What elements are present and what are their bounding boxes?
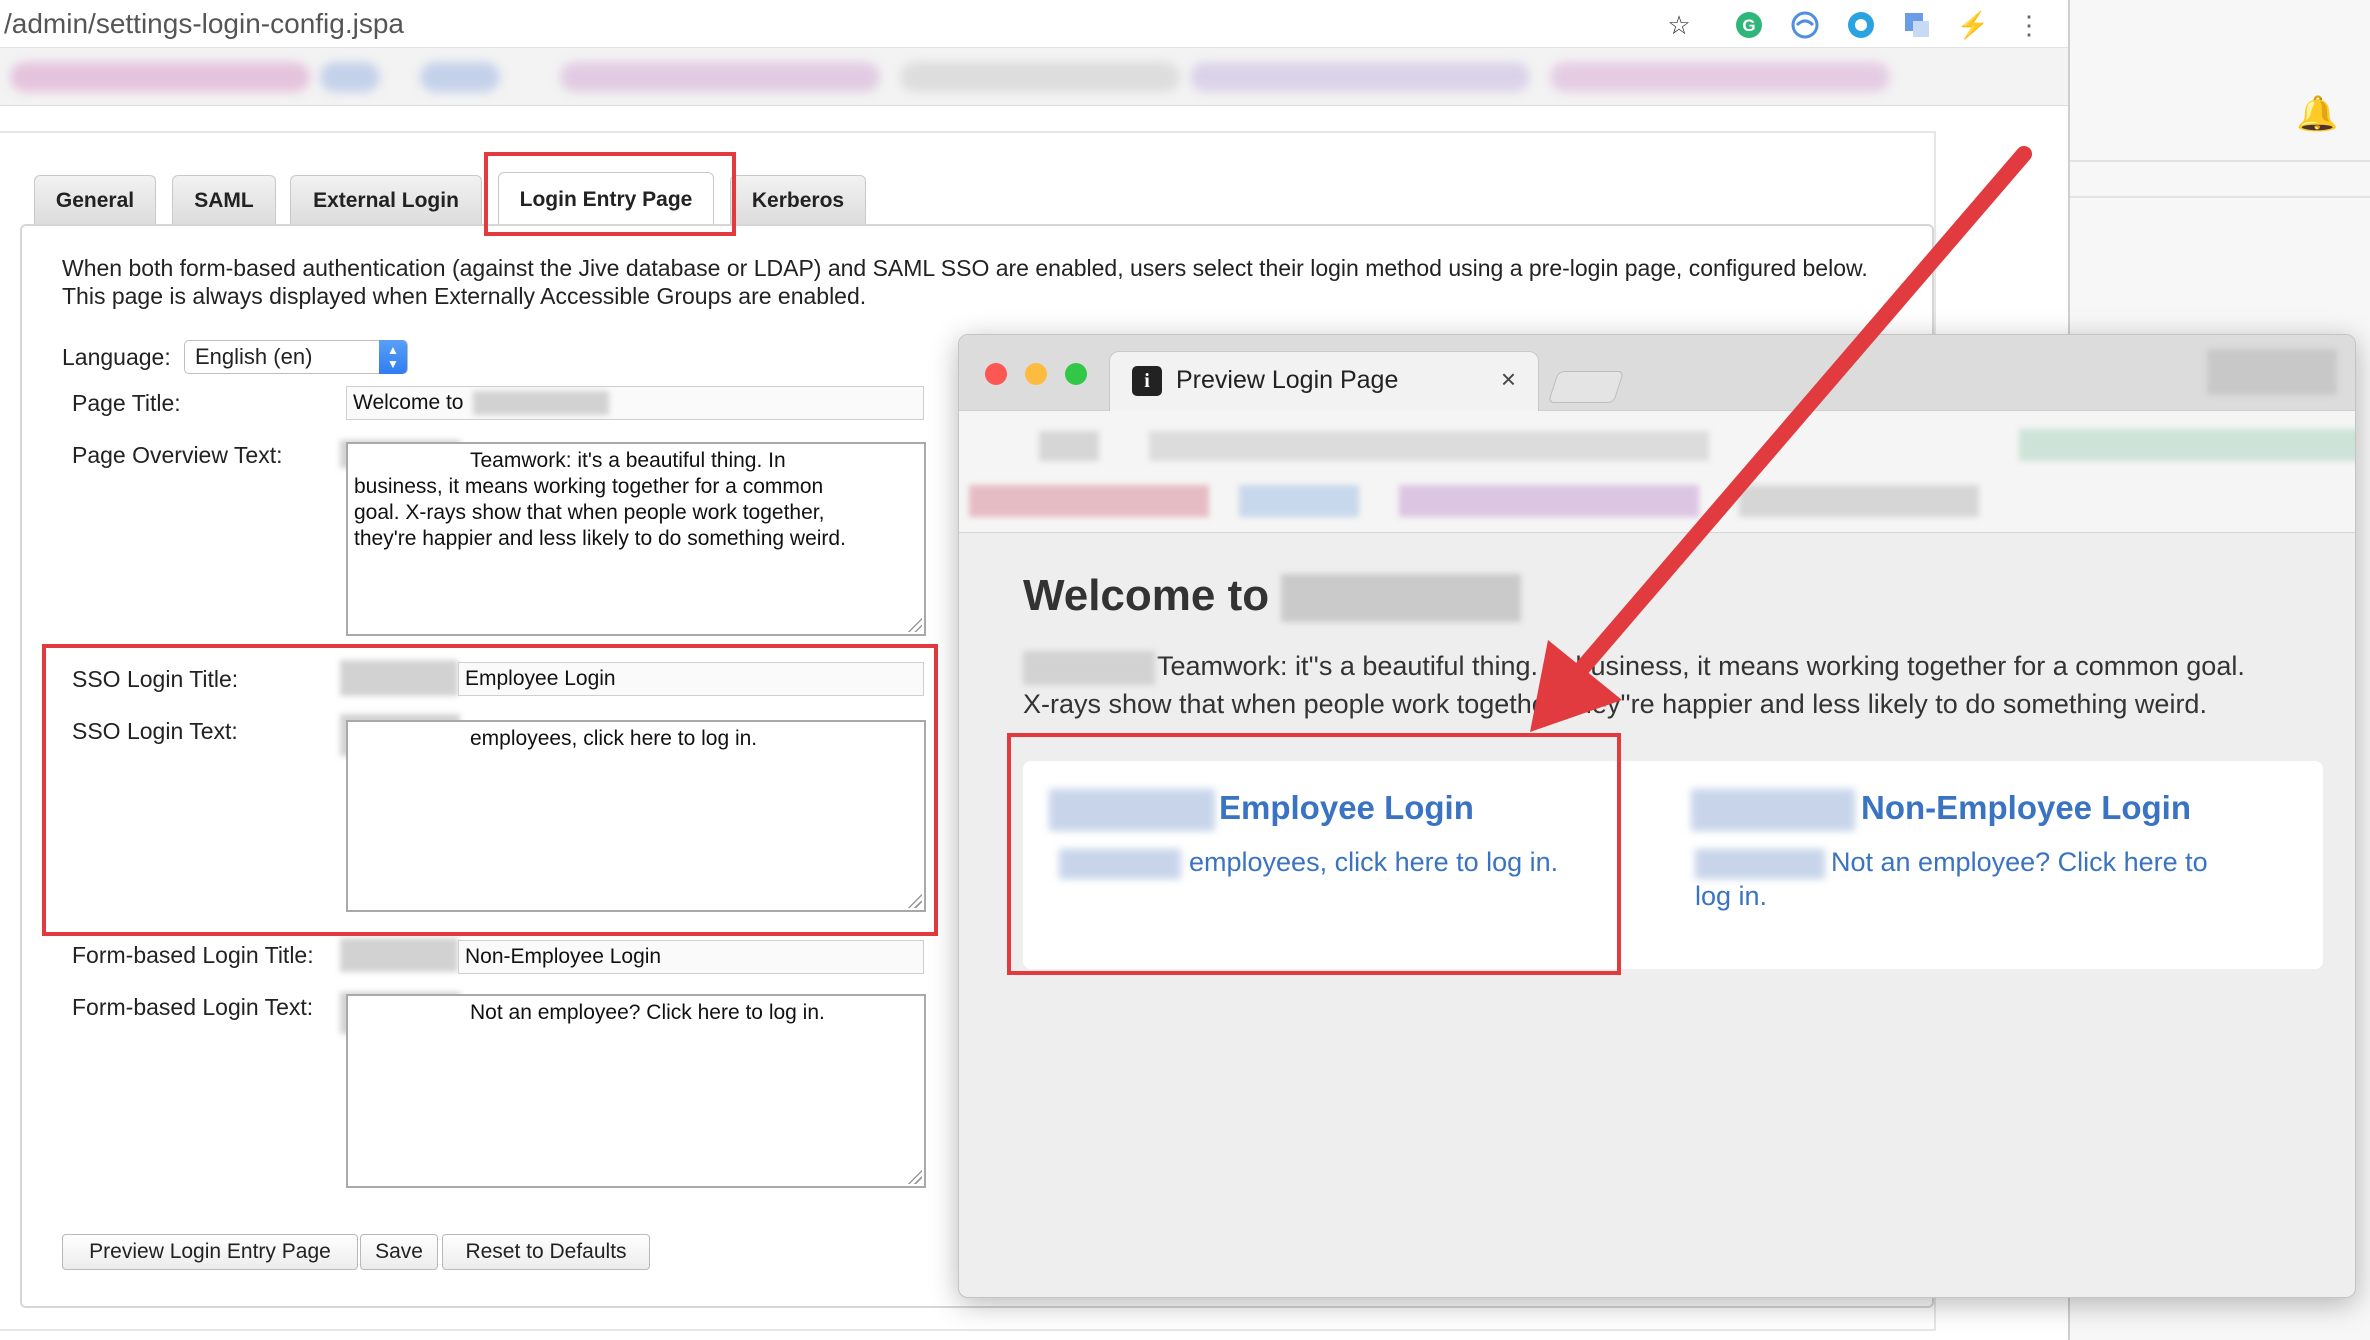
window-close-icon[interactable] [985, 363, 1007, 385]
overview-line-2: business, it means working together for … [354, 475, 824, 498]
form-login-text-textarea[interactable]: Not an employee? Click here to log in. [346, 994, 926, 1188]
preview-login-window: i Preview Login Page × Welcome to Teamwo… [958, 334, 2356, 1298]
window-minimize-icon[interactable] [1025, 363, 1047, 385]
overview-line-1: Teamwork: it's a beautiful thing. In [470, 449, 786, 472]
sync-icon[interactable] [1790, 10, 1820, 40]
resize-grip-icon[interactable] [906, 616, 922, 632]
select-arrows-icon: ▲ ▼ [379, 340, 407, 374]
form-login-title-input[interactable]: Non-Employee Login [458, 940, 924, 974]
language-select-value: English (en) [195, 344, 313, 369]
language-label: Language: [62, 344, 171, 370]
new-tab-button[interactable] [1547, 371, 1625, 403]
preview-overview-line-2: X-rays show that when people work togeth… [1023, 689, 2207, 719]
star-icon[interactable]: ☆ [1664, 10, 1694, 40]
bookmarks-bar [0, 48, 2068, 106]
jive-favicon-icon: i [1132, 366, 1162, 396]
tab-external-login[interactable]: External Login [290, 175, 482, 225]
form-login-title-value: Non-Employee Login [465, 945, 662, 968]
grammarly-icon[interactable]: G [1734, 10, 1764, 40]
lightning-icon[interactable]: ⚡ [1957, 10, 1989, 40]
svg-text:G: G [1742, 16, 1755, 35]
non-employee-login-text-link[interactable]: Not an employee? Click here to log in. [1695, 845, 2295, 913]
preview-heading: Welcome to [1023, 571, 1522, 623]
form-login-title-label: Form-based Login Title: [72, 942, 314, 968]
language-select[interactable]: English (en) ▲ ▼ [184, 340, 408, 374]
form-login-text-label: Form-based Login Text: [72, 994, 314, 1020]
tab-close-icon[interactable]: × [1501, 364, 1516, 395]
circle-extension-icon[interactable] [1846, 10, 1876, 40]
preview-overview-line-1: Teamwork: it''s a beautiful thing. In bu… [1157, 651, 2245, 681]
non-employee-login-link[interactable]: Non-Employee Login [1691, 789, 2191, 832]
preview-titlebar: i Preview Login Page × [959, 335, 2355, 411]
window-zoom-icon[interactable] [1065, 363, 1087, 385]
bell-icon[interactable]: 🔔 [2296, 94, 2338, 134]
tab-general[interactable]: General [34, 175, 156, 225]
page-overview-textarea[interactable]: Teamwork: it's a beautiful thing. In bus… [346, 442, 926, 636]
annotation-box-tab [484, 152, 736, 236]
reset-to-defaults-button[interactable]: Reset to Defaults [442, 1234, 650, 1270]
non-employee-login-title: Non-Employee Login [1861, 789, 2191, 826]
page-overview-label: Page Overview Text: [72, 442, 283, 468]
url-text[interactable]: /admin/settings-login-config.jspa [4, 8, 404, 40]
preview-tab-title: Preview Login Page [1176, 366, 1399, 394]
page-title-label: Page Title: [72, 390, 181, 416]
preview-toolbar [959, 411, 2355, 533]
preview-heading-text: Welcome to [1023, 571, 1270, 620]
non-employee-login-text-line-1: Not an employee? Click here to [1831, 847, 2208, 877]
preview-login-entry-page-button[interactable]: Preview Login Entry Page [62, 1234, 358, 1270]
save-button[interactable]: Save [360, 1234, 438, 1270]
overview-line-3: goal. X-rays show that when people work … [354, 501, 825, 524]
form-login-text-value: Not an employee? Click here to log in. [470, 1001, 825, 1024]
page-title-value: Welcome to [353, 391, 464, 414]
translate-icon[interactable] [1902, 10, 1932, 40]
overview-line-4: they're happier and less likely to do so… [354, 527, 846, 550]
tab-kerberos[interactable]: Kerberos [730, 175, 866, 225]
intro-text: When both form-based authentication (aga… [62, 255, 1868, 309]
page-title-input[interactable]: Welcome to [346, 386, 924, 420]
preview-overview: Teamwork: it''s a beautiful thing. In bu… [1023, 647, 2343, 723]
resize-grip-icon[interactable] [906, 1168, 922, 1184]
preview-browser-tab[interactable]: i Preview Login Page × [1109, 351, 1539, 411]
menu-dots-icon[interactable]: ⋮ [2014, 10, 2044, 40]
non-employee-login-text-line-2: log in. [1695, 881, 1768, 911]
address-bar[interactable]: /admin/settings-login-config.jspa ☆ G ⚡ … [0, 0, 2068, 48]
annotation-box-sso [42, 644, 938, 936]
annotation-box-employee-login [1007, 733, 1621, 975]
tab-saml[interactable]: SAML [172, 175, 276, 225]
